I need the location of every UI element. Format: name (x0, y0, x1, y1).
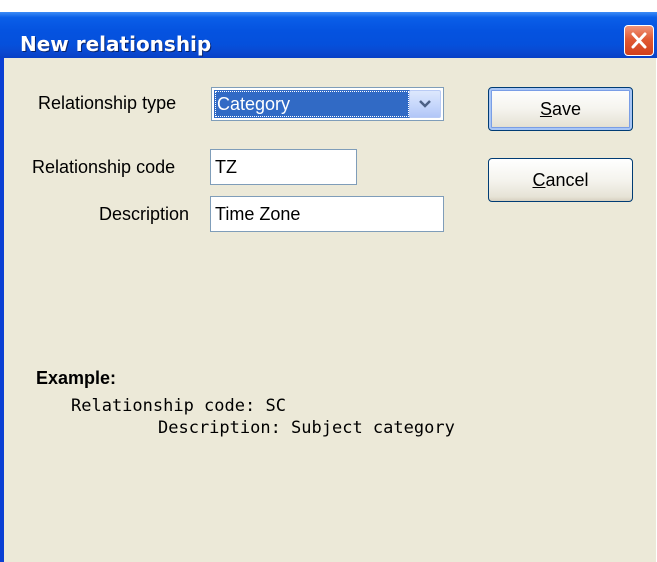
example-description-line: Description: Subject category (158, 418, 455, 438)
cancel-mnemonic: C (532, 170, 546, 190)
relationship-code-input[interactable]: TZ (210, 149, 357, 185)
save-mnemonic: S (539, 99, 552, 119)
title-bar[interactable]: New relationship (0, 0, 657, 58)
window-title: New relationship (20, 32, 212, 56)
relationship-code-label: Relationship code (32, 157, 176, 177)
relationship-type-value: Category (214, 90, 410, 118)
save-button[interactable]: Save (488, 87, 633, 131)
close-button[interactable] (624, 25, 654, 56)
description-input[interactable]: Time Zone (210, 196, 444, 232)
relationship-type-select[interactable]: Category (211, 87, 444, 121)
close-icon (631, 32, 647, 49)
dropdown-arrow-button[interactable] (409, 90, 441, 118)
save-label-rest: ave (551, 99, 582, 119)
chevron-down-icon (419, 100, 431, 108)
cancel-button[interactable]: Cancel (488, 158, 633, 202)
dialog-window: New relationship Relationship type Categ… (0, 0, 657, 562)
cancel-label-rest: ancel (545, 170, 589, 190)
example-code-line: Relationship code: SC (71, 396, 286, 416)
description-label: Description (99, 204, 190, 224)
relationship-type-label: Relationship type (38, 93, 177, 113)
example-heading: Example: (36, 368, 117, 388)
